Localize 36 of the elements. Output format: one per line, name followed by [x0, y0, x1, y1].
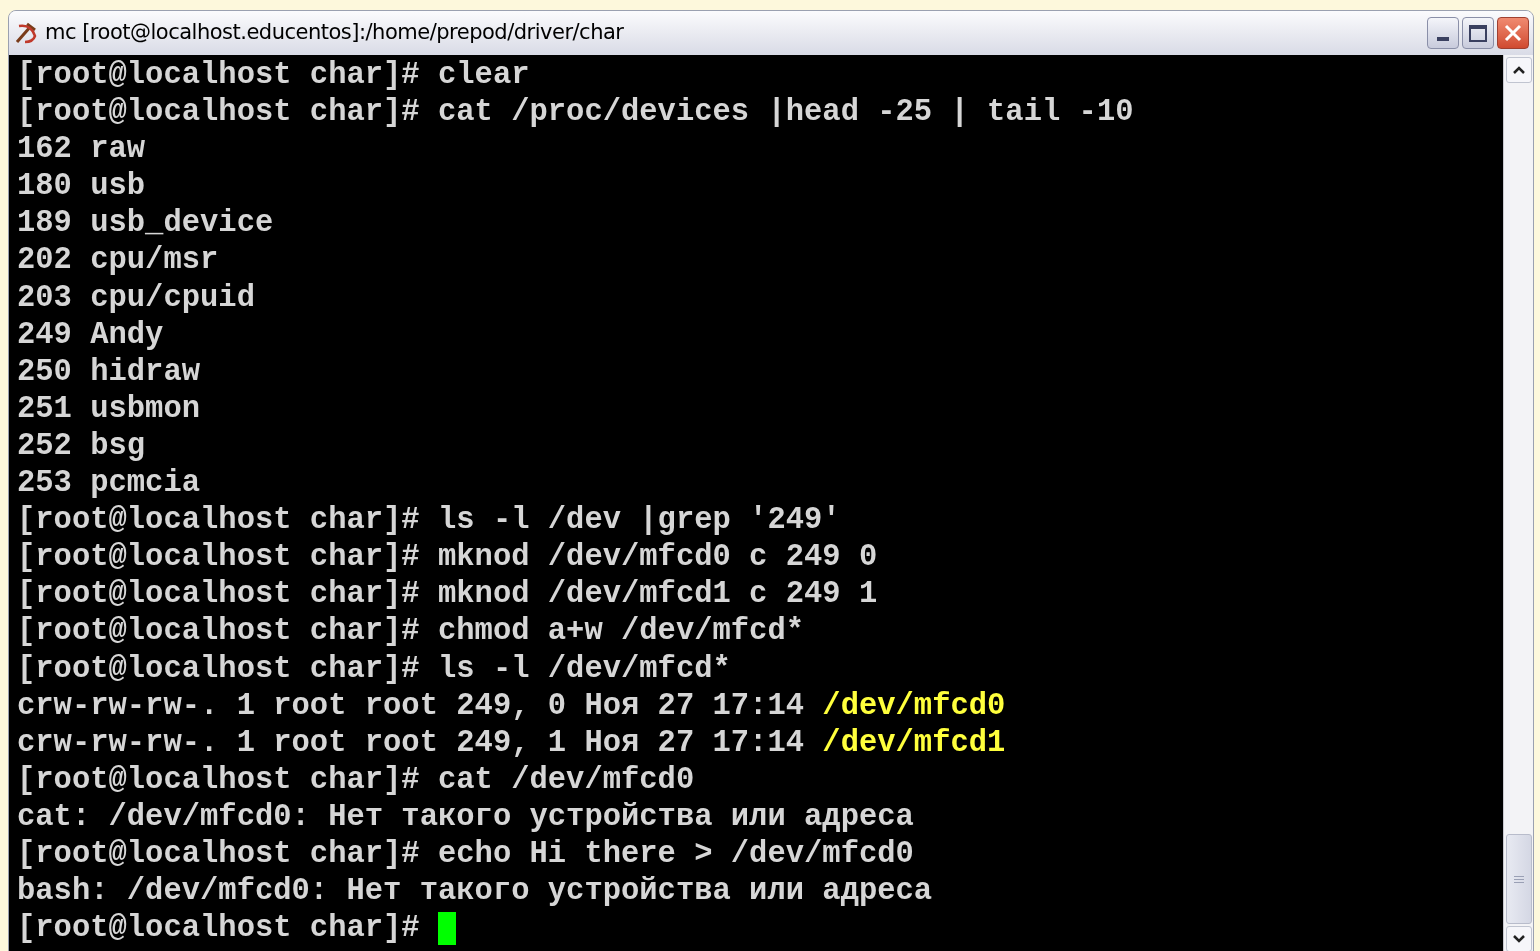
terminal-line: 251 usbmon: [17, 390, 201, 428]
close-icon: [1504, 24, 1522, 42]
terminal-line: 203 cpu/cpuid: [17, 279, 255, 317]
terminal-line: [root@localhost char]# chmod a+w /dev/mfcd*: [17, 613, 805, 651]
minimize-icon: [1437, 37, 1449, 41]
terminal-line: [root@localhost char]# cat /proc/devices |head -25 | tail -10: [17, 94, 1134, 132]
terminal-line: 189 usb_device: [17, 205, 274, 243]
terminal-line: [root@localhost char]# cat /dev/mfcd0: [17, 761, 695, 799]
scroll-down-button[interactable]: [1505, 926, 1532, 951]
terminal-line: 252 bsg: [17, 427, 146, 465]
terminal-line: crw-rw-rw-. 1 root root 249, 0 Ноя 27 17:14 /dev/mfcd0: [17, 687, 1006, 725]
scroll-thumb[interactable]: [1505, 834, 1532, 924]
chevron-up-icon: [1511, 65, 1526, 75]
terminal-line: 162 raw: [17, 131, 146, 169]
terminal-line: crw-rw-rw-. 1 root root 249, 1 Ноя 27 17:14 /dev/mfcd1: [17, 724, 1006, 762]
terminal-line: [root@localhost char]# mknod /dev/mfcd1 c 249 1: [17, 576, 878, 614]
chevron-down-icon: [1511, 934, 1526, 944]
terminal-line: 249 Andy: [17, 316, 164, 354]
maximize-button[interactable]: [1462, 17, 1494, 49]
terminal-line: 250 hidraw: [17, 353, 201, 391]
terminal-line: [root@localhost char]# ls -l /dev |grep '249': [17, 502, 841, 540]
terminal-line: 180 usb: [17, 168, 146, 206]
close-button[interactable]: [1497, 17, 1529, 49]
window-title: mc [root@localhost.educentos]:/home/prepod/driver/char: [45, 19, 624, 47]
maximize-icon: [1469, 24, 1487, 42]
terminal-line: [root@localhost char]# ls -l /dev/mfcd*: [17, 650, 731, 688]
terminal-line: cat: /dev/mfcd0: Нет такого устройства или адреса: [17, 798, 914, 836]
scroll-up-button[interactable]: [1505, 57, 1532, 83]
terminal-line: [root@localhost char]#: [17, 910, 420, 948]
terminal-line: 202 cpu/msr: [17, 242, 219, 280]
terminal-line: [root@localhost char]# clear: [17, 57, 530, 94]
terminal-line: [root@localhost char]# mknod /dev/mfcd0 c 249 0: [17, 539, 878, 577]
minimize-button[interactable]: [1427, 17, 1459, 49]
terminal-line: 253 pcmcia: [17, 465, 201, 503]
terminal-line: [root@localhost char]# echo Hi there > /dev/mfcd0: [17, 835, 914, 873]
terminal-line: bash: /dev/mfcd0: Нет такого устройства или адреса: [17, 873, 933, 911]
